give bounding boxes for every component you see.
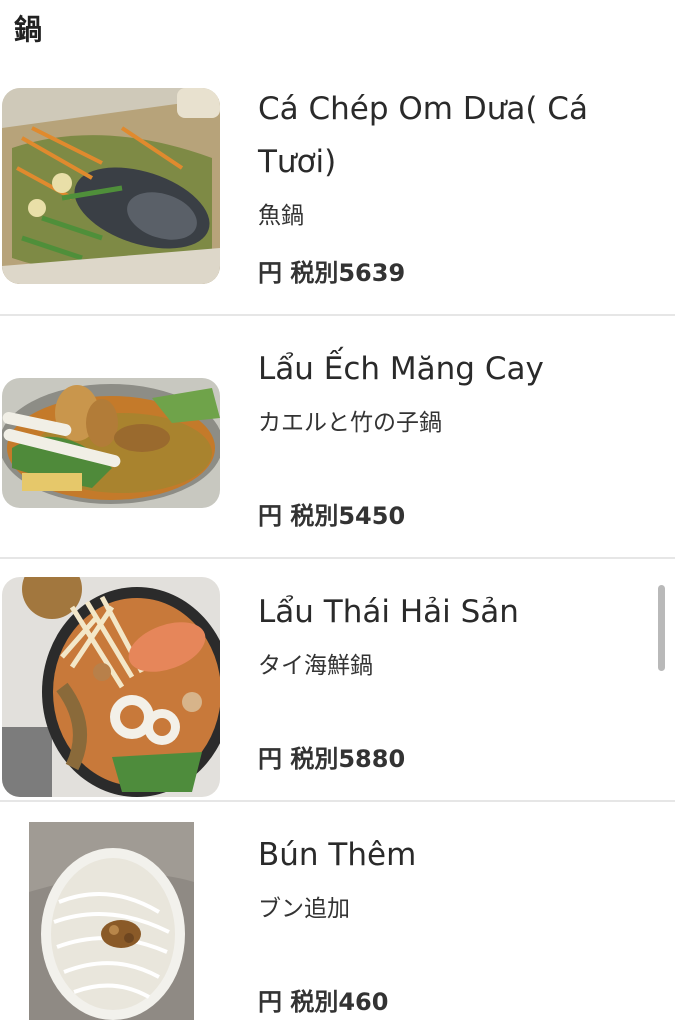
item-name: Cá Chép Om Dưa( Cá Tươi) [258,91,588,180]
item-name: Bún Thêm [258,837,417,873]
item-name: Lẩu Thái Hải Sản [258,594,519,630]
menu-item[interactable]: Lẩu Ếch Măng Cay カエルと竹の子鍋 円 税別5450 [0,316,675,559]
fish-hotpot-photo [2,88,220,284]
frog-hotpot-photo [2,378,220,508]
item-price: 円 税別5880 [258,745,406,773]
menu-item[interactable]: Cá Chép Om Dưa( Cá Tươi) 魚鍋 円 税別5639 [0,0,675,316]
menu-page: 鍋 Cá Chép Om Dưa( Cá Tươi) 魚鍋 円 税別5639 L… [0,0,675,1024]
item-name: Lẩu Ếch Măng Cay [258,351,544,387]
item-japanese-name: タイ海鮮鍋 [258,653,373,679]
item-price: 円 税別5450 [258,502,406,530]
item-japanese-name: カエルと竹の子鍋 [258,410,442,436]
menu-item[interactable]: Lẩu Thái Hải Sản タイ海鮮鍋 円 税別5880 [0,559,675,802]
item-japanese-name: ブン追加 [258,896,350,922]
item-japanese-name: 魚鍋 [258,203,304,229]
rice-noodle-photo [29,822,194,1020]
item-price: 円 税別5639 [258,259,406,287]
menu-item[interactable]: Bún Thêm ブン追加 円 税別460 [0,802,675,1024]
item-price: 円 税別460 [258,988,389,1016]
seafood-hotpot-photo [2,577,220,797]
vertical-scrollbar[interactable] [658,585,665,671]
